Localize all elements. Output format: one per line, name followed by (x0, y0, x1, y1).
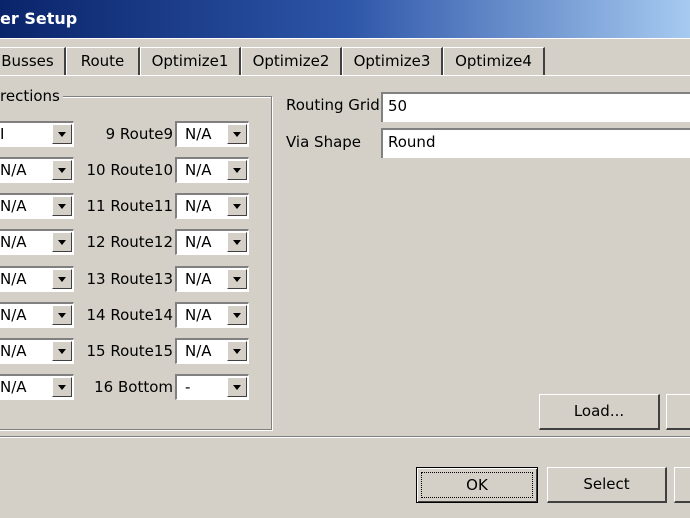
tab-route[interactable]: Route (66, 47, 140, 75)
via-shape-label: Via Shape (286, 133, 362, 151)
dropdown-button[interactable] (52, 269, 72, 289)
chevron-down-icon (58, 313, 66, 318)
route-combo-11[interactable]: N/A (175, 193, 249, 219)
via-shape-field[interactable]: Round (381, 128, 690, 158)
chevron-down-icon (233, 313, 241, 318)
left-combo-4[interactable]: N/A (0, 266, 74, 292)
route-combo-10[interactable]: N/A (175, 157, 249, 183)
chevron-down-icon (233, 349, 241, 354)
left-combo-8[interactable]: I (0, 121, 74, 147)
route-combo-16[interactable]: - (175, 374, 249, 400)
chevron-down-icon (233, 204, 241, 209)
window-title: er Setup (0, 9, 78, 28)
tab-optimize3[interactable]: Optimize3 (342, 47, 443, 75)
chevron-down-icon (233, 240, 241, 245)
route-label-15: 15 Route15 (86, 342, 173, 360)
chevron-down-icon (58, 349, 66, 354)
left-combo-3[interactable]: N/A (0, 302, 74, 328)
chevron-down-icon (233, 132, 241, 137)
dropdown-button[interactable] (52, 196, 72, 216)
partial-button-bottom[interactable] (674, 467, 690, 503)
dropdown-button[interactable] (52, 124, 72, 144)
route-label-13: 13 Route13 (86, 270, 173, 288)
chevron-down-icon (58, 132, 66, 137)
routing-grid-label: Routing Grid (286, 96, 380, 114)
route-label-12: 12 Route12 (86, 233, 173, 251)
tab-divider (0, 75, 690, 76)
separator (0, 436, 690, 438)
ok-button[interactable]: OK (416, 467, 538, 503)
chevron-down-icon (233, 385, 241, 390)
left-combo-2[interactable]: N/A (0, 338, 74, 364)
dropdown-button[interactable] (227, 341, 247, 361)
group-title: rections (0, 87, 63, 105)
chevron-down-icon (58, 168, 66, 173)
route-label-16: 16 Bottom (94, 378, 173, 396)
tab-busses[interactable]: Busses (0, 47, 66, 75)
route-combo-12[interactable]: N/A (175, 229, 249, 255)
tab-optimize4[interactable]: Optimize4 (443, 47, 545, 75)
select-button[interactable]: Select (547, 467, 667, 503)
tab-optimize1[interactable]: Optimize1 (140, 47, 241, 75)
dropdown-button[interactable] (227, 269, 247, 289)
dropdown-button[interactable] (52, 341, 72, 361)
route-label-9: 9 Route9 (105, 125, 173, 143)
left-combo-1[interactable]: N/A (0, 374, 74, 400)
tab-optimize2[interactable]: Optimize2 (241, 47, 342, 75)
load-button[interactable]: Load... (539, 394, 660, 430)
dropdown-button[interactable] (52, 377, 72, 397)
title-bar: er Setup (0, 0, 690, 39)
chevron-down-icon (58, 385, 66, 390)
left-combo-7[interactable]: N/A (0, 157, 74, 183)
dropdown-button[interactable] (52, 160, 72, 180)
dropdown-button[interactable] (227, 305, 247, 325)
route-label-14: 14 Route14 (86, 306, 173, 324)
chevron-down-icon (58, 240, 66, 245)
dropdown-button[interactable] (52, 232, 72, 252)
route-combo-15[interactable]: N/A (175, 338, 249, 364)
dropdown-button[interactable] (227, 377, 247, 397)
dropdown-button[interactable] (227, 160, 247, 180)
route-combo-9[interactable]: N/A (175, 121, 249, 147)
chevron-down-icon (233, 168, 241, 173)
route-combo-14[interactable]: N/A (175, 302, 249, 328)
dropdown-button[interactable] (227, 124, 247, 144)
dropdown-button[interactable] (227, 232, 247, 252)
chevron-down-icon (58, 204, 66, 209)
left-combo-6[interactable]: N/A (0, 193, 74, 219)
route-label-11: 11 Route11 (86, 197, 173, 215)
route-label-10: 10 Route10 (86, 161, 173, 179)
routing-grid-field[interactable]: 50 (381, 92, 690, 122)
left-combo-5[interactable]: N/A (0, 229, 74, 255)
dropdown-button[interactable] (52, 305, 72, 325)
route-combo-13[interactable]: N/A (175, 266, 249, 292)
chevron-down-icon (58, 277, 66, 282)
partial-button[interactable] (666, 394, 690, 430)
dropdown-button[interactable] (227, 196, 247, 216)
chevron-down-icon (233, 277, 241, 282)
